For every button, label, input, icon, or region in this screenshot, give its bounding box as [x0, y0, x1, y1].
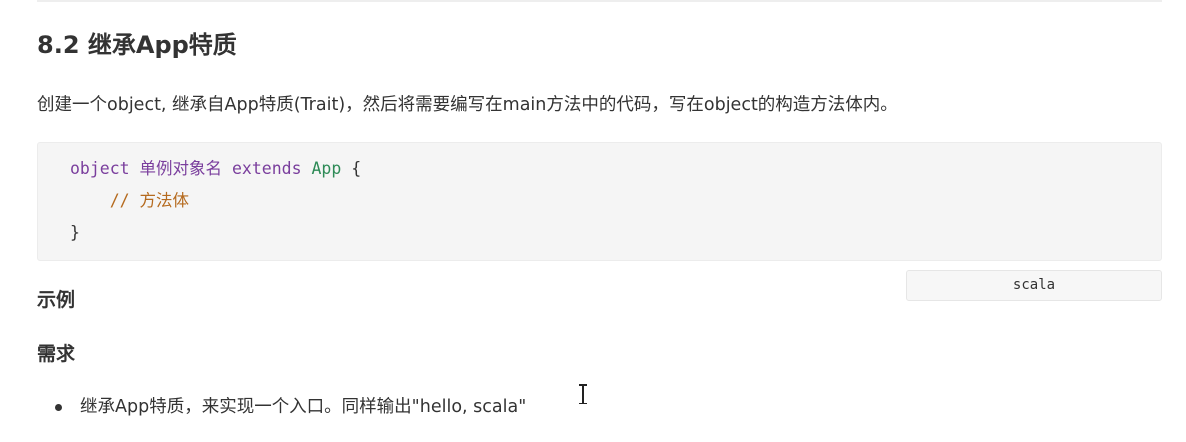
- code-comment: // 方法体: [109, 191, 190, 210]
- code-line-3: }: [70, 222, 80, 244]
- requirement-heading: 需求: [37, 343, 76, 365]
- code-object-name: 单例对象名: [139, 159, 223, 178]
- list-item-text: 继承App特质，来实现一个入口。同样输出"hello, scala": [80, 397, 527, 417]
- section-description: 创建一个object, 继承自App特质(Trait)，然后将需要编写在main…: [37, 95, 898, 115]
- code-brace-close: }: [70, 223, 80, 242]
- code-brace-open: {: [351, 159, 362, 178]
- code-line-1: object 单例对象名 extends App {: [70, 158, 361, 180]
- top-divider: [37, 0, 1162, 2]
- section-title: 8.2 继承App特质: [37, 31, 237, 59]
- bullet-icon: [55, 404, 62, 411]
- example-heading: 示例: [37, 289, 76, 311]
- code-trait-name: App: [311, 159, 342, 178]
- code-keyword-object: object: [70, 159, 130, 178]
- code-block[interactable]: object 单例对象名 extends App { // 方法体 }: [37, 142, 1162, 261]
- code-keyword-extends: extends: [231, 159, 302, 178]
- code-language-tag[interactable]: scala: [906, 270, 1162, 301]
- text-cursor-icon: [579, 384, 587, 404]
- code-line-2: // 方法体: [70, 190, 189, 212]
